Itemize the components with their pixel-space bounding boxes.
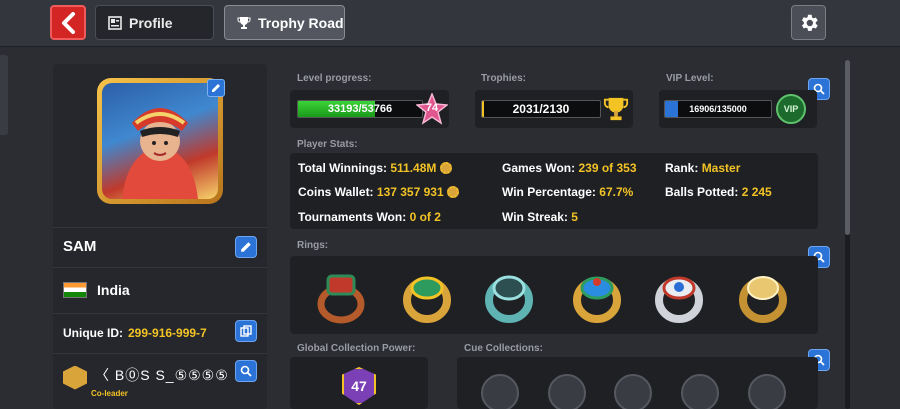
vip-bar: 16906/135000: [664, 100, 772, 118]
level-progress-bar: 33193/53766: [297, 100, 423, 118]
collection-shield-icon: 47: [342, 367, 376, 405]
search-icon: [240, 365, 252, 377]
ring-6[interactable]: [734, 266, 792, 324]
copy-id-button[interactable]: [235, 320, 257, 342]
vip-value: 16906/135000: [689, 104, 747, 114]
trophies-label: Trophies:: [481, 73, 527, 84]
stat-win-percentage: Win Percentage: 67.7%: [502, 185, 634, 199]
level-progress-box: 33193/53766 74: [290, 90, 449, 128]
cue-collections-label: Cue Collections:: [464, 343, 543, 354]
stat-rank: Rank: Master: [665, 161, 741, 175]
club-name: 〈 B⓪S S_⑤⑤⑤⑤: [95, 366, 229, 383]
coin-icon: [446, 186, 459, 198]
scrollbar-thumb[interactable]: [845, 60, 850, 235]
ring-3[interactable]: [480, 266, 538, 324]
vip-level-label: VIP Level:: [666, 73, 714, 84]
vip-badge-text: VIP: [783, 104, 799, 114]
rings-label: Rings:: [297, 240, 329, 251]
unique-id-label: Unique ID:: [63, 325, 123, 340]
profile-panel: SAM India Unique ID: 299-916-999-7 〈 B⓪S…: [53, 64, 267, 409]
level-number: 74: [425, 102, 439, 114]
tournaments-won-value: 0 of 2: [409, 210, 441, 224]
club-badge-icon: [63, 365, 87, 390]
trophy-icon: [237, 16, 251, 29]
win-percentage-value: 67.7%: [599, 185, 634, 199]
unique-id-value: 299-916-999-7: [128, 325, 207, 340]
ring-4[interactable]: [568, 266, 626, 324]
stat-games-won: Games Won: 239 of 353: [502, 161, 637, 175]
tab-profile-label: Profile: [129, 14, 173, 31]
edit-name-button[interactable]: [235, 236, 257, 258]
copy-icon: [240, 325, 252, 337]
settings-button[interactable]: [791, 5, 826, 40]
gear-icon: [801, 14, 818, 31]
balls-potted-value: 2 245: [741, 185, 772, 199]
top-bar: Profile Trophy Road: [0, 0, 900, 47]
rings-box: [290, 256, 818, 334]
side-drawer-handle[interactable]: [0, 55, 8, 135]
player-name: SAM: [63, 238, 97, 255]
back-arrow-icon: [62, 11, 75, 34]
avatar-image: [102, 83, 218, 199]
level-star-icon: 74: [415, 91, 449, 125]
tab-trophy-road-label: Trophy Road: [258, 14, 344, 31]
ring-5[interactable]: [650, 266, 708, 324]
ring-1[interactable]: [312, 266, 370, 324]
rank-value: Master: [701, 161, 741, 175]
cue-collection-item[interactable]: [614, 374, 652, 409]
edit-avatar-button[interactable]: [207, 79, 225, 97]
ring-2[interactable]: [398, 266, 456, 324]
india-flag-icon: [63, 281, 87, 298]
pencil-icon: [241, 242, 251, 252]
stat-tournaments-won: Tournaments Won: 0 of 2: [298, 210, 441, 224]
cue-collection-item[interactable]: [681, 374, 719, 409]
level-progress-text: 33193/53766: [327, 103, 393, 115]
trophies-bar: 2031/2130: [481, 100, 601, 118]
back-button[interactable]: [50, 5, 86, 40]
pencil-icon: [212, 84, 220, 92]
total-winnings-value: 511.48M: [390, 161, 437, 175]
stat-total-winnings: Total Winnings: 511.48M: [298, 161, 452, 175]
country-name: India: [97, 281, 130, 298]
stat-coins-wallet: Coins Wallet: 137 357 931: [298, 185, 459, 199]
player-stats-label: Player Stats:: [297, 139, 358, 150]
trophies-box: 2031/2130: [475, 90, 633, 128]
avatar[interactable]: [97, 78, 223, 204]
cue-collection-item[interactable]: [748, 374, 786, 409]
trophies-value: 2031/2130: [512, 102, 570, 116]
level-progress-label: Level progress:: [297, 73, 372, 84]
trophy-gold-icon: [603, 96, 629, 127]
collection-power-value: 47: [351, 378, 367, 394]
club-role: Co-leader: [91, 389, 128, 398]
tab-profile[interactable]: Profile: [95, 5, 214, 40]
win-streak-value: 5: [571, 210, 578, 224]
stat-win-streak: Win Streak: 5: [502, 210, 578, 224]
cue-collection-item[interactable]: [481, 374, 519, 409]
global-collection-label: Global Collection Power:: [297, 343, 416, 354]
vip-badge-icon: VIP: [776, 94, 806, 124]
tab-trophy-road[interactable]: Trophy Road: [224, 5, 345, 40]
stat-balls-potted: Balls Potted: 2 245: [665, 185, 772, 199]
coins-stack-icon: [439, 162, 452, 174]
vip-box: 16906/135000 VIP: [659, 90, 817, 128]
scrollbar[interactable]: [845, 60, 850, 409]
coins-wallet-value: 137 357 931: [376, 185, 444, 199]
global-collection-box: 47: [290, 357, 428, 409]
games-won-value: 239 of 353: [578, 161, 637, 175]
club-search-button[interactable]: [235, 360, 257, 382]
cue-collection-item[interactable]: [548, 374, 586, 409]
profile-card-icon: [108, 15, 122, 30]
country-row: India: [53, 267, 267, 311]
